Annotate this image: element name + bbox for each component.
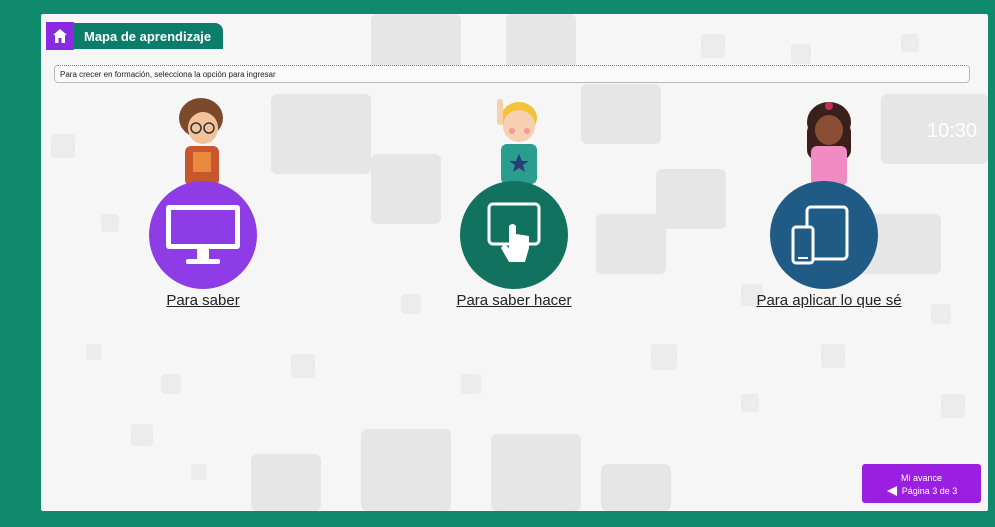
bg-square: [931, 304, 951, 324]
kid-boy-raising-hand-illustration: [497, 99, 537, 184]
para-saber-hacer-link[interactable]: Para saber hacer: [456, 292, 572, 309]
bg-square: [701, 34, 725, 58]
bg-mail-card: [361, 429, 451, 511]
para-saber-circle-button[interactable]: [149, 181, 257, 289]
bg-square: [651, 344, 677, 370]
desktop-monitor-icon: [166, 205, 240, 264]
bg-square: [131, 424, 153, 446]
option-para-saber[interactable]: Para saber: [145, 181, 261, 309]
mi-avance-label: Mi avance: [900, 473, 943, 483]
bg-square: [821, 344, 845, 368]
learning-map-board: 10:30 Mapa de aprendizaje Para crecer en…: [41, 14, 988, 511]
bg-square: [401, 294, 421, 314]
bg-square: [741, 394, 759, 412]
para-aplicar-circle-button[interactable]: [770, 181, 878, 289]
instruction-text: Para crecer en formación, selecciona la …: [54, 65, 970, 83]
bg-square: [461, 374, 481, 394]
bg-card: [656, 169, 726, 229]
bg-square: [791, 44, 811, 64]
bg-chat-card: [251, 454, 321, 511]
touch-tablet-icon: [487, 202, 541, 262]
para-aplicar-link[interactable]: Para aplicar lo que sé: [746, 292, 912, 309]
bg-search-card: [271, 94, 371, 174]
option-para-aplicar[interactable]: Para aplicar lo que sé: [756, 181, 902, 309]
para-saber-link[interactable]: Para saber: [145, 292, 261, 309]
phone-tablet-icon: [791, 205, 849, 265]
bg-square: [51, 134, 75, 158]
mi-avance-button[interactable]: Mi avance Página 3 de 3: [862, 464, 981, 503]
bg-square: [291, 354, 315, 378]
bg-square: [191, 464, 207, 480]
bg-card: [491, 434, 581, 511]
option-para-saber-hacer[interactable]: Para saber hacer: [456, 181, 572, 309]
page-indicator-text: Página 3 de 3: [901, 486, 958, 496]
home-button[interactable]: [46, 21, 74, 50]
bg-square: [161, 374, 181, 394]
kid-girl-illustration: [807, 102, 851, 186]
bg-square: [101, 214, 119, 232]
bg-clock-text: 10:30: [927, 120, 978, 142]
bg-square: [901, 34, 919, 52]
bg-square: [941, 394, 965, 418]
bg-square: [86, 344, 102, 360]
left-triangle-icon[interactable]: [886, 485, 898, 497]
bg-card: [506, 14, 576, 69]
page-title: Mapa de aprendizaje: [84, 28, 212, 44]
map-tab: Mapa de aprendizaje: [46, 21, 223, 50]
bg-card: [601, 464, 671, 511]
para-saber-hacer-circle-button[interactable]: [460, 181, 568, 289]
bg-chat-card: [581, 84, 661, 144]
kid-boy-glasses-illustration: [179, 98, 223, 186]
bg-card: [371, 154, 441, 224]
page-indicator: Página 3 de 3: [862, 485, 981, 497]
home-icon: [53, 28, 67, 43]
